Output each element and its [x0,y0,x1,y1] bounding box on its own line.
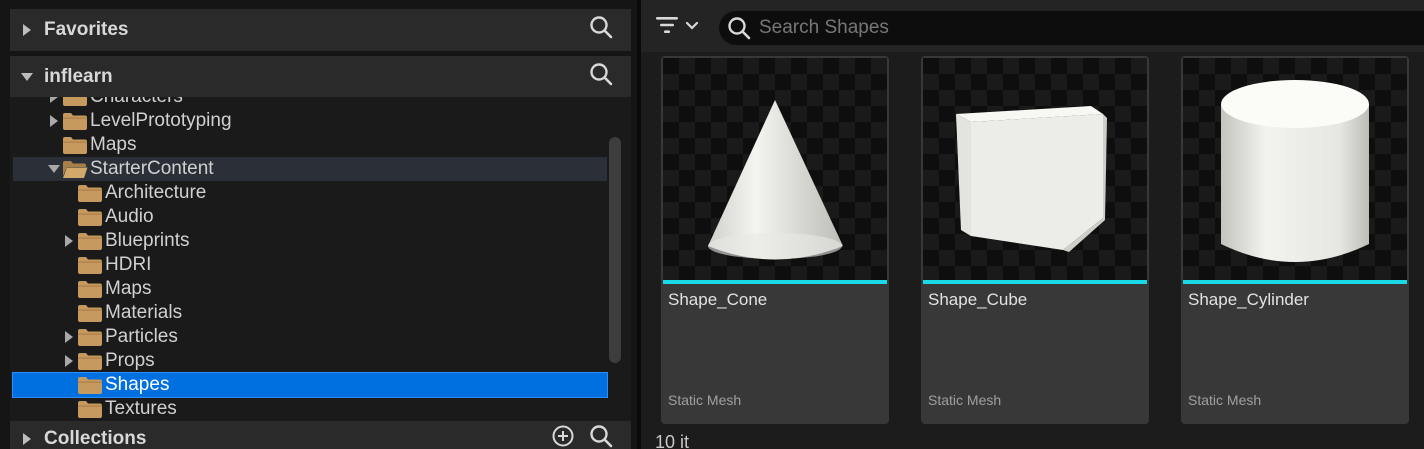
folder-icon [62,111,90,131]
search-icon[interactable] [589,62,613,92]
asset-tile-cube[interactable]: Shape_Cube Static Mesh [921,56,1149,424]
folder-row-maps[interactable]: Maps [13,133,607,157]
triangle-right-icon[interactable] [10,432,44,446]
asset-type-color-bar [1183,280,1407,284]
folder-label: Materials [105,302,183,323]
search-box[interactable] [719,11,1424,45]
folder-row-characters[interactable]: Characters [13,97,607,109]
folder-icon [62,97,90,107]
triangle-down-icon[interactable] [46,157,62,181]
triangle-right-icon[interactable] [10,23,44,37]
folder-icon [77,399,105,419]
filter-button[interactable] [655,13,705,41]
filter-icon [655,15,679,40]
chevron-down-icon [685,18,699,36]
folder-label: Audio [105,206,154,227]
folder-label: Architecture [105,182,207,203]
folder-row-startercontent[interactable]: StarterContent [13,157,607,181]
asset-type-color-bar [923,280,1147,284]
folder-row-maps[interactable]: Maps [13,277,607,301]
folder-row-textures[interactable]: Textures [13,397,607,421]
project-header[interactable]: inflearn [10,56,631,98]
triangle-right-icon[interactable] [61,349,77,373]
folder-row-architecture[interactable]: Architecture [13,181,607,205]
content-browser: Favorites inflearn Characters LevelProtot… [0,0,1424,449]
triangle-right-icon[interactable] [61,325,77,349]
asset-view-panel: Shape_Cone Static Mesh Shape_Cube Static Me… [641,0,1424,449]
folder-icon [77,183,105,203]
folder-row-blueprints[interactable]: Blueprints [13,229,607,253]
collections-title: Collections [44,428,147,449]
triangle-right-icon[interactable] [46,109,62,133]
folder-row-shapes[interactable]: Shapes [12,372,608,398]
folder-label: Props [105,350,155,371]
folder-label: Particles [105,326,178,347]
favorites-header[interactable]: Favorites [10,9,631,51]
cone-thumbnail [663,58,887,280]
triangle-down-icon[interactable] [10,72,44,82]
folder-label: Characters [90,97,183,108]
item-count-status: 10 it [655,432,690,449]
folder-icon [77,375,105,395]
folder-icon [77,327,105,347]
collections-header[interactable]: Collections [10,421,631,449]
folder-tree[interactable]: Characters LevelPrototyping Maps StarterCon… [10,97,631,421]
folder-row-particles[interactable]: Particles [13,325,607,349]
project-title: inflearn [44,66,113,87]
sources-panel: Favorites inflearn Characters LevelProtot… [0,0,637,449]
folder-label: Shapes [105,374,170,395]
folder-label: StarterContent [90,158,214,179]
folder-label: Blueprints [105,230,190,251]
triangle-right-icon[interactable] [46,97,62,109]
cube-thumbnail [923,58,1147,280]
favorites-title: Favorites [44,19,129,40]
folder-icon [77,255,105,275]
cylinder-thumbnail [1183,58,1407,280]
folder-label: HDRI [105,254,152,275]
search-icon[interactable] [589,15,613,45]
folder-icon [77,231,105,251]
asset-name: Shape_Cube [928,290,1028,309]
asset-type: Static Mesh [668,392,742,408]
folder-row-materials[interactable]: Materials [13,301,607,325]
folder-label: Maps [90,134,137,155]
search-input[interactable] [759,17,1359,39]
folder-icon [62,135,90,155]
asset-name: Shape_Cylinder [1188,290,1309,309]
folder-icon [77,279,105,299]
tree-scrollbar[interactable] [609,137,621,363]
folder-row-levelprototyping[interactable]: LevelPrototyping [13,109,607,133]
folder-row-hdri[interactable]: HDRI [13,253,607,277]
asset-type: Static Mesh [1188,392,1262,408]
triangle-right-icon[interactable] [61,229,77,253]
asset-type: Static Mesh [928,392,1002,408]
folder-label: LevelPrototyping [90,110,232,131]
folder-icon [77,303,105,323]
folder-label: Maps [105,278,152,299]
asset-type-color-bar [663,280,887,284]
folder-icon [77,207,105,227]
search-icon[interactable] [589,424,613,449]
asset-tile-cylinder[interactable]: Shape_Cylinder Static Mesh [1181,56,1409,424]
search-icon [719,16,759,40]
folder-row-props[interactable]: Props [13,349,607,373]
folder-row-audio[interactable]: Audio [13,205,607,229]
folder-open-icon [62,159,90,179]
folder-label: Textures [105,398,177,419]
folder-icon [77,351,105,371]
folder-tree-rows: Characters LevelPrototyping Maps StarterCon… [10,97,631,421]
add-circle-icon[interactable] [551,424,575,449]
asset-toolbar [641,0,1424,52]
asset-tile-cone[interactable]: Shape_Cone Static Mesh [661,56,889,424]
asset-name: Shape_Cone [668,290,768,309]
